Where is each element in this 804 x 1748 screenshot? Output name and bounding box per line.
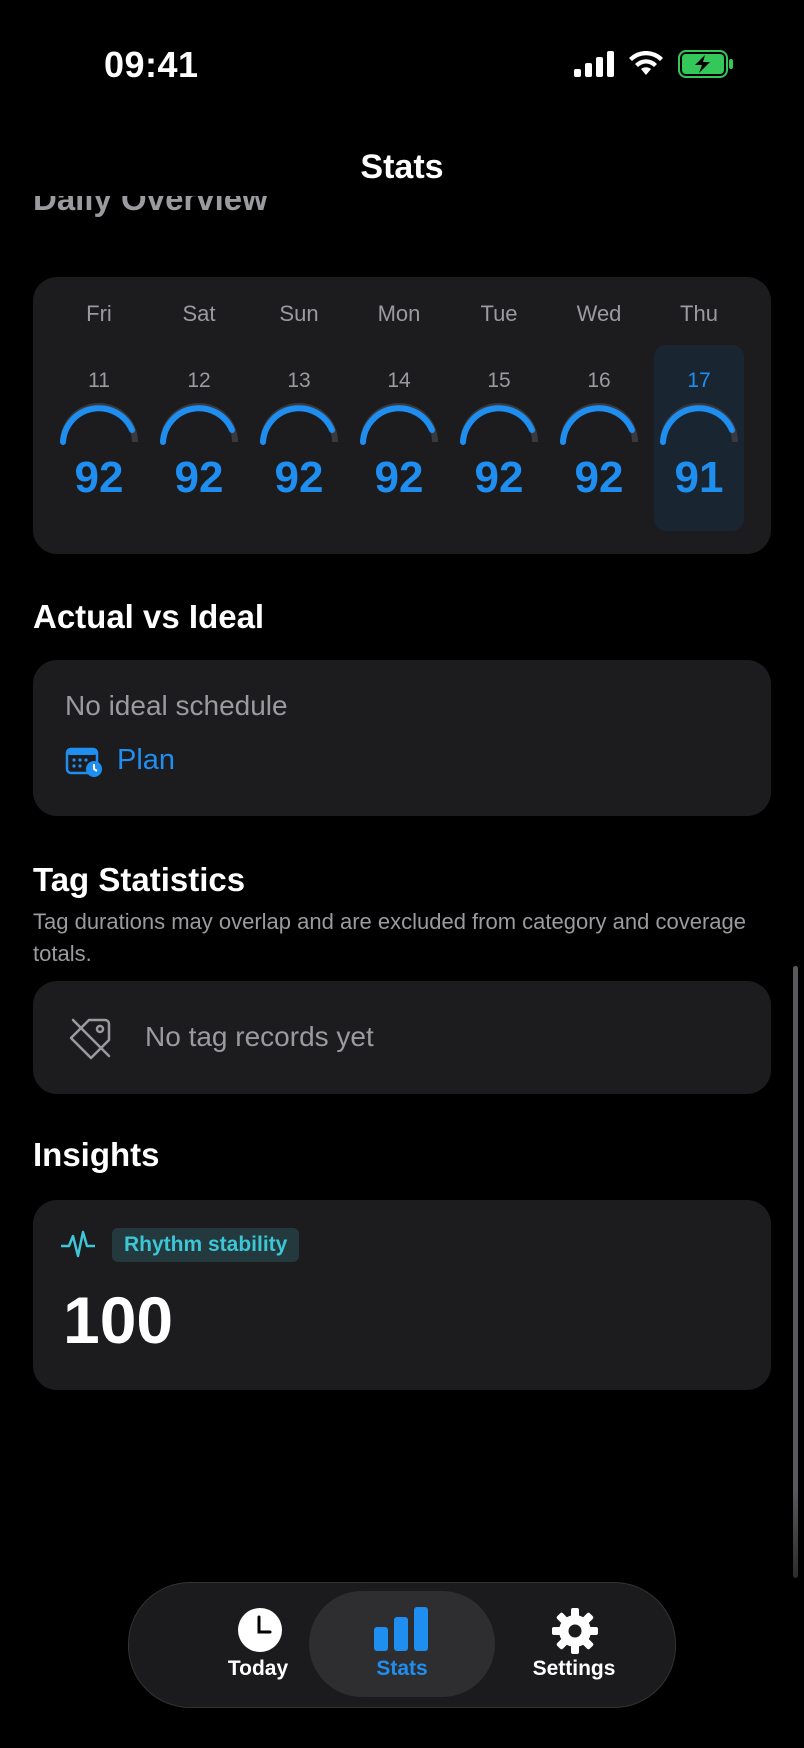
tab-stats[interactable]: Stats <box>309 1591 495 1697</box>
day-date: 15 <box>487 369 511 392</box>
score-gauge-arc <box>660 403 738 445</box>
tab-bar: Today Stats Settings <box>128 1582 676 1708</box>
day-name: Fri <box>86 301 112 326</box>
daily-overview-title: Daily Overview <box>33 196 268 217</box>
score-gauge-arc <box>560 403 638 445</box>
day-score: 92 <box>274 453 324 502</box>
daily-overview-card: Fri 11 92 Sat 12 92 Sun 13 92 Mon 14 92 Tue 15 92 Wed 16… <box>33 277 771 554</box>
plan-label: Plan <box>117 744 176 776</box>
day-score: 92 <box>374 453 424 502</box>
day-score: 92 <box>574 453 624 502</box>
wifi-icon <box>629 51 663 75</box>
day-date: 14 <box>387 369 411 392</box>
insights-card: Rhythm stability 100 <box>33 1200 771 1390</box>
waveform-icon <box>61 1230 95 1258</box>
day-date: 11 <box>88 369 110 392</box>
plan-button[interactable]: Plan <box>65 744 175 777</box>
gear-icon <box>552 1608 598 1654</box>
score-gauge-arc <box>460 403 538 445</box>
actual-vs-ideal-title: Actual vs Ideal <box>33 598 265 635</box>
day-name: Mon <box>377 301 421 326</box>
day-score: 91 <box>674 453 724 502</box>
day-score: 92 <box>174 453 224 502</box>
day-date: 12 <box>187 369 211 392</box>
no-ideal-schedule-text: No ideal schedule <box>65 690 288 721</box>
cellular-signal-icon <box>574 51 614 77</box>
day-score: 92 <box>74 453 124 502</box>
day-name: Sat <box>182 301 216 326</box>
insights-title: Insights <box>33 1136 160 1173</box>
calendar-clock-icon <box>65 747 102 777</box>
battery-charging-icon <box>678 50 733 78</box>
actual-vs-ideal-card: No ideal schedule Plan <box>33 660 771 816</box>
tag-statistics-subtitle: Tag durations may overlap and are exclud… <box>33 909 746 966</box>
rhythm-stability-value: 100 <box>63 1283 174 1357</box>
day-score: 92 <box>474 453 524 502</box>
rhythm-stability-badge: Rhythm stability <box>112 1228 300 1262</box>
day-date: 13 <box>287 369 311 392</box>
day-name: Sun <box>279 301 319 326</box>
score-gauge-arc <box>360 403 438 445</box>
clock-icon <box>238 1608 282 1652</box>
day-name: Thu <box>680 301 718 326</box>
page-title: Stats <box>360 148 444 186</box>
status-bar: 09:41 <box>0 0 804 130</box>
bar-chart-icon <box>374 1607 428 1651</box>
score-gauge-arc <box>260 403 338 445</box>
score-gauge-arc <box>60 403 138 445</box>
tag-slash-icon <box>69 1018 111 1060</box>
day-name: Wed <box>576 301 622 326</box>
score-gauge-arc <box>160 403 238 445</box>
tag-statistics-title: Tag Statistics <box>33 861 246 898</box>
day-name: Tue <box>480 301 518 326</box>
tab-settings-label: Settings <box>532 1657 616 1680</box>
tag-records-card: No tag records yet <box>33 981 771 1094</box>
tab-settings[interactable]: Settings <box>481 1591 667 1697</box>
day-date: 16 <box>587 369 611 392</box>
status-time: 09:41 <box>104 44 199 85</box>
scroll-indicator[interactable] <box>793 966 798 1578</box>
status-icons <box>574 50 734 78</box>
day-date: 17 <box>687 369 711 392</box>
no-tag-records-text: No tag records yet <box>145 1021 374 1052</box>
tab-stats-label: Stats <box>376 1657 428 1680</box>
